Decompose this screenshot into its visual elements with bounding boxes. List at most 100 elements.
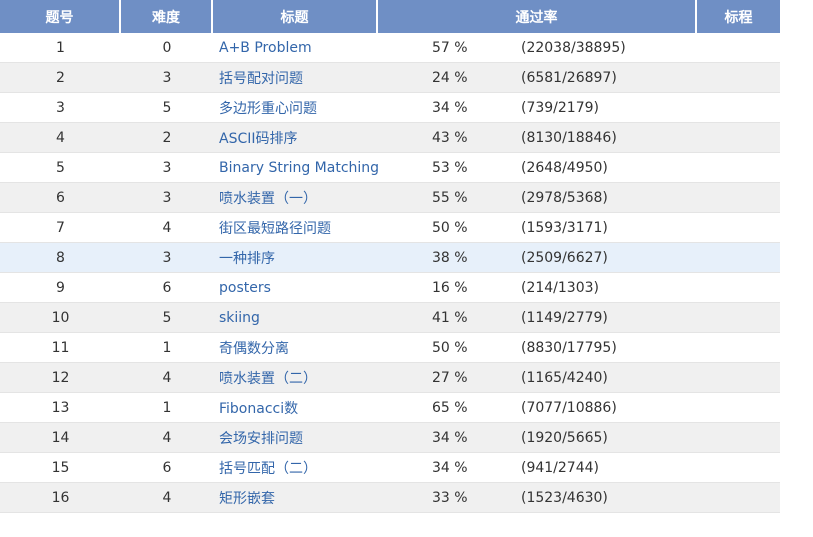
problem-title-link[interactable]: 括号配对问题 (219, 71, 303, 87)
pass-rate-percent: 65 % (432, 399, 468, 416)
table-row: 4 2 ASCII码排序 43 % (8130/18846) (0, 123, 780, 153)
problem-title-link[interactable]: ASCII码排序 (219, 131, 298, 147)
problem-number: 12 (51, 369, 70, 386)
problem-title-cell: Fibonacci数 (213, 398, 432, 418)
problem-title-link[interactable]: 喷水装置（一） (219, 191, 317, 207)
problem-difficulty: 0 (162, 39, 172, 56)
pass-rate-percent: 57 % (432, 39, 468, 56)
problem-title-cell: 奇偶数分离 (213, 338, 432, 358)
pass-count: (1149/2779) (521, 309, 608, 326)
problem-difficulty: 4 (162, 489, 172, 506)
problem-title-link[interactable]: Binary String Matching (219, 160, 379, 176)
problem-difficulty: 3 (162, 189, 172, 206)
problem-title-cell: ASCII码排序 (213, 128, 432, 148)
pass-rate-percent: 43 % (432, 129, 468, 146)
pass-count: (1523/4630) (521, 489, 608, 506)
problem-title-link[interactable]: A+B Problem (219, 40, 312, 56)
table-row: 14 4 会场安排问题 34 % (1920/5665) (0, 423, 780, 453)
pass-rate-percent: 33 % (432, 489, 468, 506)
table-row: 2 3 括号配对问题 24 % (6581/26897) (0, 63, 780, 93)
problem-title-link[interactable]: 奇偶数分离 (219, 341, 289, 357)
problem-difficulty: 3 (162, 159, 172, 176)
pass-rate-percent: 34 % (432, 459, 468, 476)
problem-number: 14 (51, 429, 70, 446)
problem-difficulty: 4 (162, 219, 172, 236)
table-row: 3 5 多边形重心问题 34 % (739/2179) (0, 93, 780, 123)
problem-difficulty: 6 (162, 279, 172, 296)
header-problem-number: 题号 (0, 0, 121, 33)
problem-difficulty: 1 (162, 399, 172, 416)
pass-rate-percent: 34 % (432, 99, 468, 116)
problem-number: 7 (56, 219, 65, 236)
problem-title-link[interactable]: skiing (219, 310, 260, 326)
pass-count: (214/1303) (521, 279, 599, 296)
problem-difficulty: 6 (162, 459, 172, 476)
problem-title-cell: 喷水装置（二） (213, 368, 432, 388)
problem-difficulty: 1 (162, 339, 172, 356)
problem-difficulty: 3 (162, 69, 172, 86)
table-header: 题号 难度 标题 通过率 标程 (0, 0, 780, 33)
problem-title-cell: 括号配对问题 (213, 68, 432, 88)
problem-difficulty: 2 (162, 129, 172, 146)
problem-difficulty: 3 (162, 249, 172, 266)
problem-title-cell: skiing (213, 310, 432, 326)
problem-title-cell: Binary String Matching (213, 160, 432, 176)
table-row: 13 1 Fibonacci数 65 % (7077/10886) (0, 393, 780, 423)
problem-title-link[interactable]: posters (219, 280, 271, 296)
problem-title-link[interactable]: 一种排序 (219, 251, 275, 267)
problem-title-cell: 会场安排问题 (213, 428, 432, 448)
header-pass-rate: 通过率 (378, 0, 697, 33)
problem-number: 16 (51, 489, 70, 506)
pass-rate-percent: 27 % (432, 369, 468, 386)
problem-title-link[interactable]: 街区最短路径问题 (219, 221, 331, 237)
header-title: 标题 (213, 0, 378, 33)
pass-rate-percent: 50 % (432, 219, 468, 236)
table-row: 10 5 skiing 41 % (1149/2779) (0, 303, 780, 333)
problem-title-link[interactable]: 多边形重心问题 (219, 101, 317, 117)
problem-title-cell: 矩形嵌套 (213, 488, 432, 508)
problem-number: 11 (51, 339, 70, 356)
pass-rate-percent: 50 % (432, 339, 468, 356)
pass-count: (22038/38895) (521, 39, 626, 56)
table-row: 9 6 posters 16 % (214/1303) (0, 273, 780, 303)
problem-title-link[interactable]: 会场安排问题 (219, 431, 303, 447)
problem-title-cell: 括号匹配（二） (213, 458, 432, 478)
problem-number: 13 (51, 399, 70, 416)
header-reference-solution: 标程 (724, 9, 753, 26)
problem-title-cell: A+B Problem (213, 40, 432, 56)
pass-rate-percent: 24 % (432, 69, 468, 86)
pass-count: (8830/17795) (521, 339, 617, 356)
problem-number: 5 (56, 159, 65, 176)
pass-count: (941/2744) (521, 459, 599, 476)
table-row: 16 4 矩形嵌套 33 % (1523/4630) (0, 483, 780, 513)
problem-number: 3 (56, 99, 65, 116)
table-row: 8 3 一种排序 38 % (2509/6627) (0, 243, 780, 273)
problem-title-link[interactable]: 括号匹配（二） (219, 461, 317, 477)
problem-number: 1 (56, 39, 65, 56)
problem-difficulty: 5 (162, 309, 172, 326)
problem-number: 2 (56, 69, 65, 86)
problem-title-link[interactable]: Fibonacci数 (219, 401, 298, 417)
table-row: 6 3 喷水装置（一） 55 % (2978/5368) (0, 183, 780, 213)
problem-table: 题号 难度 标题 通过率 标程 1 0 A+B Problem 57 % (22038/… (0, 0, 780, 513)
problem-number: 6 (56, 189, 65, 206)
pass-count: (7077/10886) (521, 399, 617, 416)
problem-number: 15 (51, 459, 70, 476)
problem-title-link[interactable]: 矩形嵌套 (219, 491, 275, 507)
pass-count: (6581/26897) (521, 69, 617, 86)
table-row: 5 3 Binary String Matching 53 % (2648/4950) (0, 153, 780, 183)
pass-count: (2509/6627) (521, 249, 608, 266)
pass-count: (1920/5665) (521, 429, 608, 446)
problem-title-cell: 喷水装置（一） (213, 188, 432, 208)
table-row: 11 1 奇偶数分离 50 % (8830/17795) (0, 333, 780, 363)
pass-count: (8130/18846) (521, 129, 617, 146)
problem-title-cell: 一种排序 (213, 248, 432, 268)
problem-difficulty: 4 (162, 429, 172, 446)
pass-rate-percent: 55 % (432, 189, 468, 206)
pass-rate-percent: 41 % (432, 309, 468, 326)
pass-rate-percent: 34 % (432, 429, 468, 446)
pass-count: (1593/3171) (521, 219, 608, 236)
problem-number: 8 (56, 249, 65, 266)
problem-title-cell: 街区最短路径问题 (213, 218, 432, 238)
problem-title-link[interactable]: 喷水装置（二） (219, 371, 317, 387)
